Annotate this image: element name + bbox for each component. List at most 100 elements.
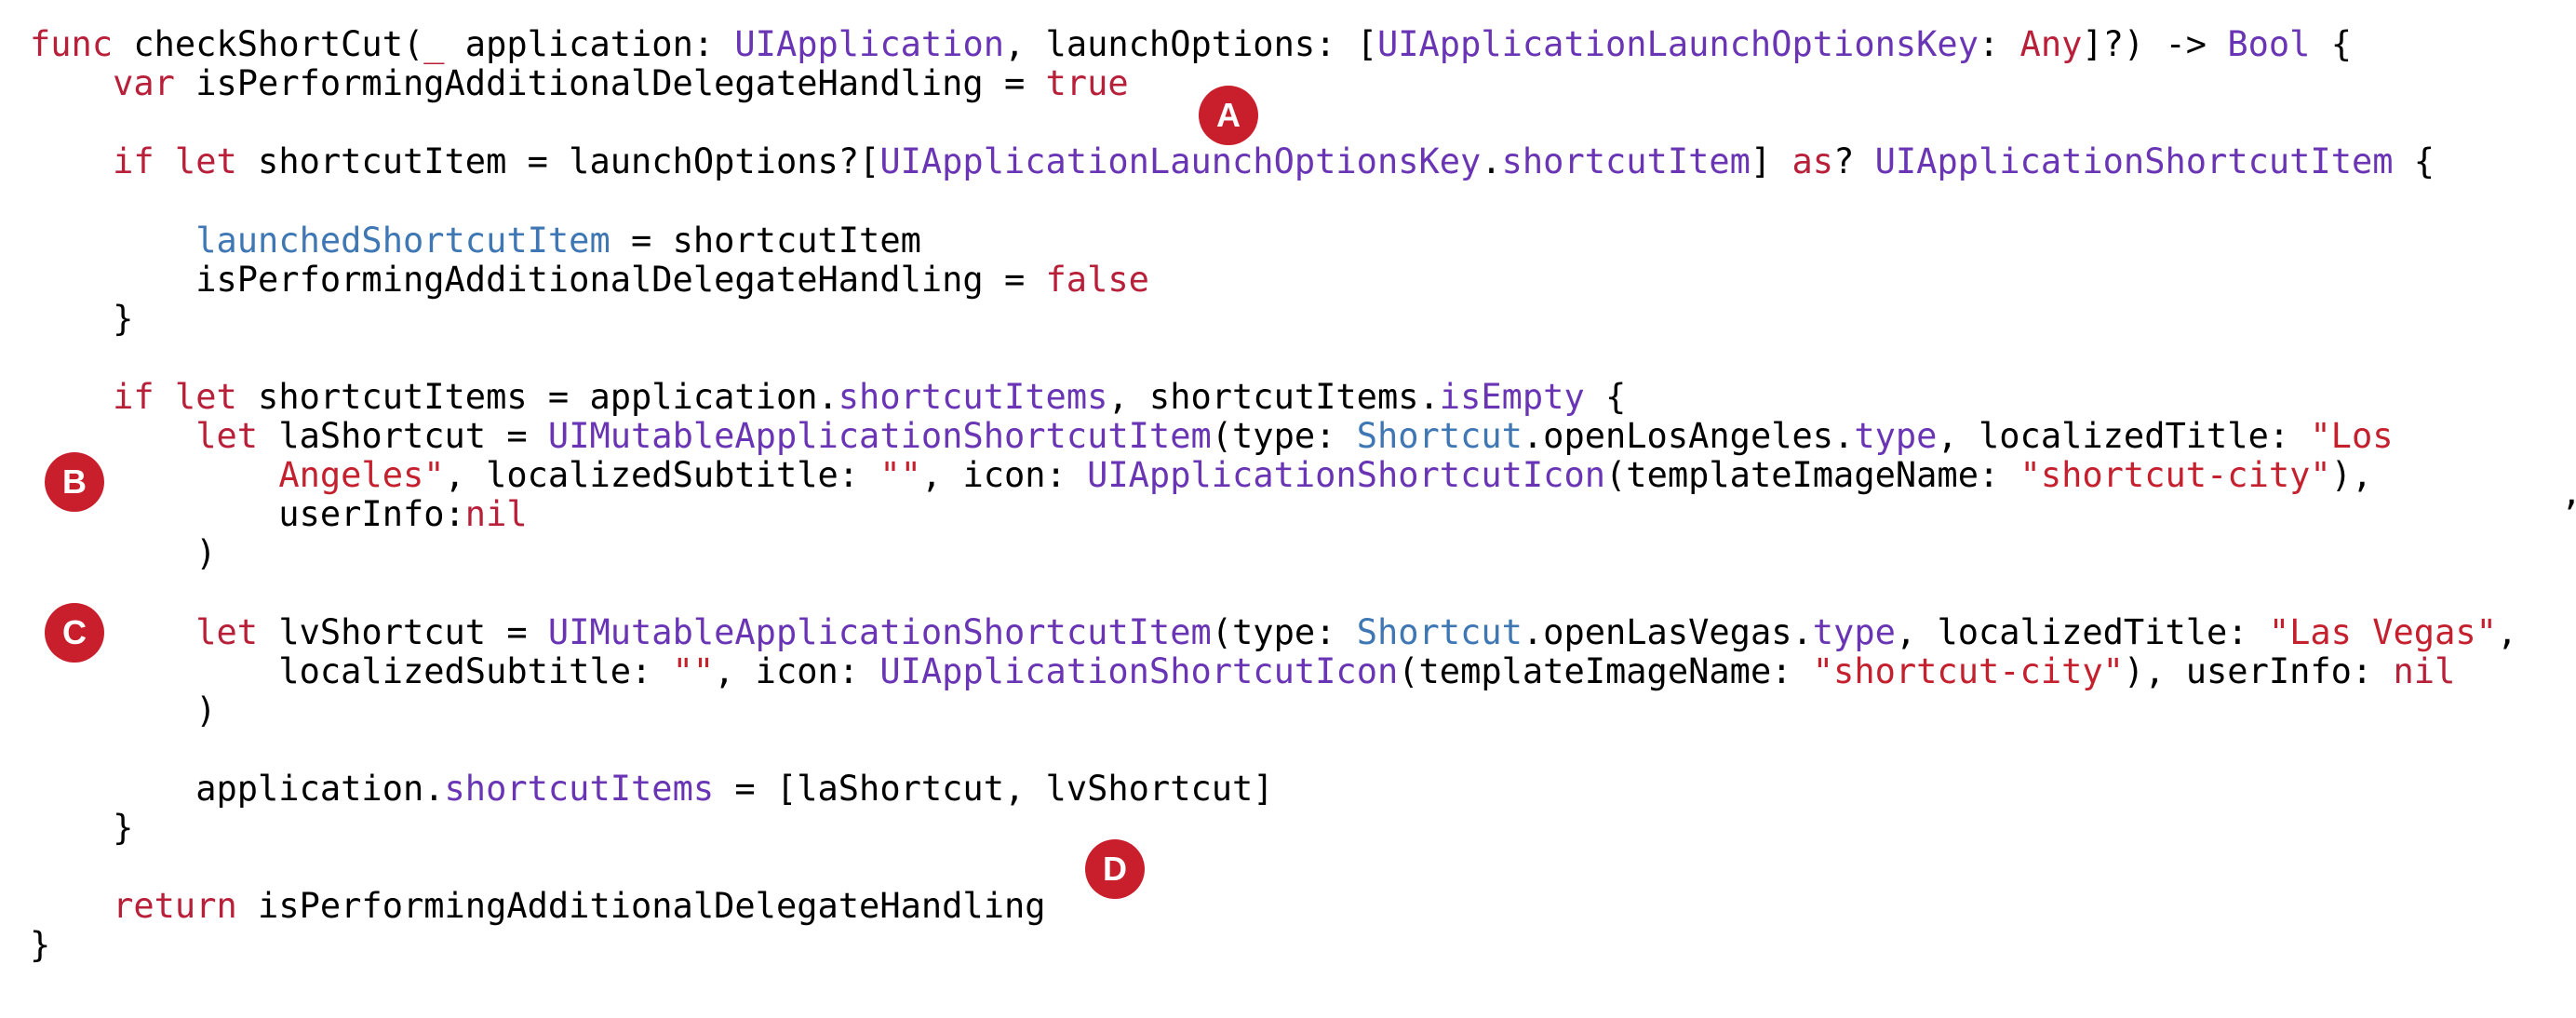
code-token-keyword: false bbox=[1045, 259, 1149, 300]
code-token-type: UIMutableApplicationShortcutItem bbox=[547, 416, 1212, 456]
code-token-plain: = shortcutItem bbox=[610, 220, 921, 261]
code-token-string: Angeles" bbox=[278, 455, 445, 496]
code-token-plain: , icon: bbox=[920, 455, 1088, 496]
code-line: application.shortcutItems = [laShortcut,… bbox=[30, 768, 1274, 810]
code-token-keyword: func bbox=[30, 24, 114, 64]
code-line: if let shortcutItems = application.short… bbox=[30, 377, 1626, 418]
code-line: let lvShortcut = UIMutableApplicationSho… bbox=[30, 612, 2517, 653]
code-token-plain: ) bbox=[30, 533, 217, 574]
code-token-keyword: var bbox=[113, 63, 175, 104]
code-token-plain: (templateImageName: bbox=[1605, 455, 2020, 496]
code-token-plain: (type: bbox=[1211, 416, 1357, 456]
code-token-type: UIApplicationLaunchOptionsKey bbox=[879, 141, 1482, 182]
code-line: let laShortcut = UIMutableApplicationSho… bbox=[30, 416, 2394, 457]
code-line: func checkShortCut(_ application: UIAppl… bbox=[30, 24, 2352, 65]
code-token-keyword: let bbox=[195, 611, 259, 652]
code-token-plain: checkShortCut( bbox=[113, 24, 424, 64]
code-token-plain: ] bbox=[1750, 141, 1792, 182]
code-token-method: isEmpty bbox=[1439, 376, 1585, 417]
code-token-keyword: return bbox=[113, 886, 237, 927]
code-token-keyword: if let bbox=[113, 141, 237, 182]
code-token-keyword: if let bbox=[113, 376, 237, 417]
code-token-plain: shortcutItems = application. bbox=[236, 376, 839, 417]
code-line: localizedSubtitle: "", icon: UIApplicati… bbox=[30, 651, 2455, 692]
code-token-plain: { bbox=[2393, 141, 2435, 182]
code-token-type: UIApplication bbox=[734, 24, 1004, 64]
code-token-method: shortcutItems bbox=[444, 768, 715, 809]
callout-marker-b: B bbox=[45, 452, 104, 512]
callout-marker-c: C bbox=[45, 603, 104, 663]
code-token-keyword: Any bbox=[2019, 24, 2083, 64]
code-token-keyword: as bbox=[1791, 141, 1834, 182]
code-line: ) bbox=[30, 690, 216, 731]
code-token-property: Shortcut bbox=[1356, 416, 1523, 456]
code-line: ) bbox=[30, 533, 216, 574]
code-token-type: UIApplicationShortcutIcon bbox=[879, 650, 1399, 691]
code-line: var isPerformingAdditionalDelegateHandli… bbox=[30, 63, 1129, 104]
code-line: userInfo:nil bbox=[30, 494, 527, 535]
code-token-plain: , localizedSubtitle: bbox=[444, 455, 880, 496]
code-token-method: shortcutItem bbox=[1501, 141, 1751, 182]
code-token-plain: { bbox=[1584, 376, 1627, 417]
code-token-method: type bbox=[1812, 611, 1896, 652]
code-line: } bbox=[30, 925, 50, 966]
code-token-plain: isPerformingAdditionalDelegateHandling = bbox=[30, 259, 1046, 300]
code-token-plain: { bbox=[2310, 24, 2352, 64]
code-token-method: type bbox=[1854, 416, 1938, 456]
code-token-plain: .openLasVegas. bbox=[1522, 611, 1813, 652]
code-token-plain: , localizedTitle: bbox=[1895, 611, 2269, 652]
code-token-plain: ), userInfo: bbox=[2123, 650, 2394, 691]
code-token-property: Shortcut bbox=[1356, 611, 1523, 652]
code-token-plain: } bbox=[30, 298, 134, 339]
code-token-string: "Las Vegas" bbox=[2268, 611, 2497, 652]
code-token-string: "" bbox=[672, 650, 715, 691]
code-listing: func checkShortCut(_ application: UIAppl… bbox=[0, 0, 2576, 1018]
code-line: if let shortcutItem = launchOptions?[UIA… bbox=[30, 141, 2435, 182]
code-token-plain: ? bbox=[1833, 141, 1875, 182]
code-token-keyword: true bbox=[1045, 63, 1129, 104]
code-token-string: "shortcut-city" bbox=[2019, 455, 2331, 496]
code-token-method: shortcutItems bbox=[838, 376, 1108, 417]
code-line: Angeles", localizedSubtitle: "", icon: U… bbox=[30, 455, 2372, 496]
code-token-plain: lvShortcut = bbox=[258, 611, 548, 652]
code-token-plain: . bbox=[1481, 141, 1502, 182]
stray-comma: , bbox=[2561, 473, 2576, 514]
code-token-type: UIMutableApplicationShortcutItem bbox=[547, 611, 1212, 652]
code-token-plain: } bbox=[30, 808, 134, 848]
code-token-plain: application: bbox=[444, 24, 735, 64]
code-token-plain: , localizedTitle: bbox=[1937, 416, 2311, 456]
code-token-type: UIApplicationLaunchOptionsKey bbox=[1376, 24, 1979, 64]
code-token-type: UIApplicationShortcutItem bbox=[1874, 141, 2394, 182]
code-token-plain: , launchOptions: [ bbox=[1004, 24, 1377, 64]
code-token-plain: shortcutItem = launchOptions?[ bbox=[236, 141, 880, 182]
code-token-type: Bool bbox=[2227, 24, 2311, 64]
code-token-plain: (type: bbox=[1211, 611, 1357, 652]
code-token-plain: localizedSubtitle: bbox=[30, 650, 673, 691]
callout-marker-d: D bbox=[1085, 839, 1145, 899]
code-token-plain: (templateImageName: bbox=[1398, 650, 1813, 691]
code-token-plain: , shortcutItems. bbox=[1107, 376, 1440, 417]
code-token-keyword: _ bbox=[423, 24, 445, 64]
code-line: } bbox=[30, 808, 133, 849]
code-token-plain: } bbox=[30, 925, 51, 966]
code-token-plain: = [laShortcut, lvShortcut] bbox=[714, 768, 1274, 809]
code-line: launchedShortcutItem = shortcutItem bbox=[30, 221, 921, 261]
code-token-plain: .openLosAngeles. bbox=[1522, 416, 1855, 456]
code-token-plain: : bbox=[1978, 24, 2020, 64]
code-line: isPerformingAdditionalDelegateHandling =… bbox=[30, 260, 1149, 301]
code-token-plain: ) bbox=[30, 690, 217, 730]
code-token-string: "shortcut-city" bbox=[1812, 650, 2124, 691]
code-line: return isPerformingAdditionalDelegateHan… bbox=[30, 886, 1045, 927]
code-token-plain: , icon: bbox=[714, 650, 880, 691]
code-token-string: "" bbox=[879, 455, 921, 496]
code-line: } bbox=[30, 299, 133, 340]
code-token-string: "Los bbox=[2310, 416, 2394, 456]
code-token-plain: ]?) -> bbox=[2082, 24, 2228, 64]
code-token-plain: laShortcut = bbox=[258, 416, 548, 456]
code-token-property: launchedShortcutItem bbox=[195, 220, 610, 261]
